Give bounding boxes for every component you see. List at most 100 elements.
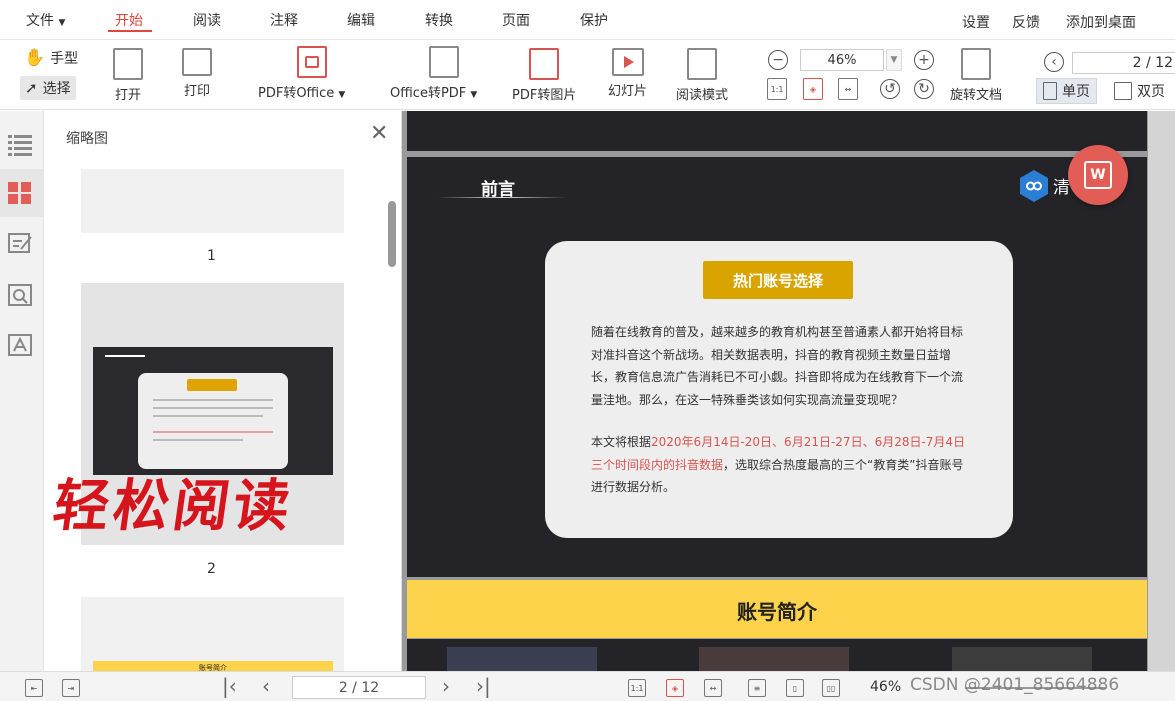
status-bar: ⇤ ⇥ |‹ ‹ 2 / 12 › ›| 1:1 ◈ ↔ ≡ ▯ ▯▯ 46% … <box>0 671 1175 701</box>
floating-convert-button[interactable]: W <box>1068 145 1128 205</box>
hand-tool-button[interactable]: ✋ 手型 <box>24 48 78 68</box>
intro-paragraph: 随着在线教育的普及，越来越多的教育机构甚至普通素人都开始将目标对准抖音这个新战场… <box>591 325 964 407</box>
rotate-document-icon <box>961 48 991 80</box>
outline-icon[interactable] <box>7 133 33 157</box>
print-label: 打印 <box>183 84 210 99</box>
menu-tab-protect[interactable]: 保护 <box>580 10 608 30</box>
feedback-link[interactable]: 反馈 <box>1012 12 1040 32</box>
office-to-pdf-icon <box>428 46 459 78</box>
thumbnail-text-line <box>153 439 243 441</box>
rotate-left-icon[interactable]: ↺ <box>880 79 900 99</box>
signature-icon[interactable] <box>7 333 33 357</box>
annotation-icon[interactable] <box>7 231 33 255</box>
pdf-to-image-button[interactable]: PDF转图片 <box>512 48 576 103</box>
chevron-down-icon: ▼ <box>58 18 66 28</box>
add-to-desktop-link[interactable]: 添加到桌面 <box>1066 12 1136 32</box>
slideshow-button[interactable]: 幻灯片 <box>608 48 647 99</box>
first-page-icon[interactable]: |‹ <box>222 674 237 698</box>
page-number-input[interactable]: 2 / 12 <box>1072 52 1175 74</box>
double-page-label: 双页 <box>1137 84 1165 100</box>
convert-icon: W <box>1084 161 1112 189</box>
open-button[interactable]: 打开 <box>113 48 143 103</box>
thumbnail-grid-icon[interactable] <box>7 181 33 205</box>
menu-tab-convert[interactable]: 转换 <box>425 10 453 30</box>
open-file-icon <box>113 48 143 80</box>
source-watermark: CSDN @2401_85664886 <box>910 675 1120 695</box>
vertical-scrollbar[interactable] <box>1148 111 1175 671</box>
status-page-input[interactable]: 2 / 12 <box>292 676 426 699</box>
office-to-pdf-label-wrap: Office转PDF ▼ <box>390 82 477 101</box>
zoom-in-icon[interactable]: + <box>914 50 934 70</box>
preview-image <box>699 647 849 671</box>
menu-file-label: 文件 <box>26 13 54 29</box>
book-icon <box>687 48 717 80</box>
pdf-to-image-icon <box>529 48 560 80</box>
thumbnail-heading-line <box>105 355 145 357</box>
pdf-to-office-button[interactable]: PDF转Office ▼ <box>258 46 345 101</box>
menu-tab-read[interactable]: 阅读 <box>193 10 221 30</box>
fit-width-icon[interactable]: ↔ <box>838 78 858 100</box>
pdf-to-image-label: PDF转图片 <box>512 88 577 103</box>
section-band: 账号简介 <box>407 580 1147 638</box>
method-paragraph: 本文将根据2020年6月14日-20日、6月21日-27日、6月28日-7月4日… <box>591 431 967 499</box>
office-to-pdf-label: Office转PDF <box>390 86 467 101</box>
preview-image <box>952 647 1092 671</box>
zoom-input[interactable]: 46% <box>800 49 884 71</box>
document-page: 前言 清数据居 热门账号选择 随着在线教育的普及，越来越多的教育机构甚至普通素人… <box>407 157 1147 577</box>
thumbnail-panel-title: 缩略图 <box>66 131 108 147</box>
close-icon[interactable]: ✕ <box>370 121 388 146</box>
hand-icon: ✋ <box>24 48 46 68</box>
thumbnail-panel: 缩略图 ✕ 1 轻松阅读 2 账号简介 <box>44 111 402 677</box>
select-tool-label: 选择 <box>42 81 71 97</box>
section-title: 账号简介 <box>737 600 817 624</box>
thumbnail-page-1[interactable] <box>81 169 344 233</box>
document-viewport[interactable]: 前言 清数据居 热门账号选择 随着在线教育的普及，越来越多的教育机构甚至普通素人… <box>402 111 1175 671</box>
print-button[interactable]: 打印 <box>182 48 212 99</box>
thumbnail-text-line <box>153 415 263 417</box>
reading-mode-button[interactable]: 阅读模式 <box>676 48 728 103</box>
fit-width-icon[interactable]: ↔ <box>704 679 722 697</box>
previous-page-icon[interactable]: ‹ <box>262 674 270 698</box>
actual-size-icon[interactable]: 1:1 <box>767 78 787 100</box>
printer-icon <box>182 48 212 76</box>
reading-mode-label: 阅读模式 <box>676 88 729 103</box>
settings-link[interactable]: 设置 <box>962 12 990 32</box>
thumbnail-page-3[interactable]: 账号简介 <box>81 597 344 677</box>
content-card: 热门账号选择 随着在线教育的普及，越来越多的教育机构甚至普通素人都开始将目标对准… <box>545 241 1013 538</box>
select-tool-button[interactable]: ➚ 选择 <box>20 76 76 100</box>
double-page-view-button[interactable]: 双页 <box>1108 78 1171 104</box>
menu-tab-edit[interactable]: 编辑 <box>347 10 375 30</box>
thumbnail-scrollbar[interactable] <box>388 201 396 267</box>
office-to-pdf-button[interactable]: Office转PDF ▼ <box>390 46 477 101</box>
menu-tab-start[interactable]: 开始 <box>115 10 143 30</box>
single-page-label: 单页 <box>1062 84 1090 100</box>
rotate-right-icon[interactable]: ↻ <box>914 79 934 99</box>
prev-page-icon[interactable]: ‹ <box>1044 52 1064 72</box>
status-zoom-level: 46% <box>870 679 902 695</box>
pdf-to-office-label-wrap: PDF转Office ▼ <box>258 82 345 101</box>
expand-sidebar-icon[interactable]: ⇤ <box>25 679 43 697</box>
overlay-caption: 轻松阅读 <box>48 473 299 539</box>
single-page-view-button[interactable]: 单页 <box>1036 78 1097 104</box>
ribbon-toolbar: ✋ 手型 ➚ 选择 打开 打印 PDF转Office ▼ Office转PDF … <box>0 40 1175 110</box>
double-page-view-icon[interactable]: ▯▯ <box>822 679 840 697</box>
single-page-view-icon[interactable]: ▯ <box>786 679 804 697</box>
collapse-sidebar-icon[interactable]: ⇥ <box>62 679 80 697</box>
continuous-view-icon[interactable]: ≡ <box>748 679 766 697</box>
rotate-document-button[interactable]: 旋转文档 <box>950 48 1002 103</box>
zoom-out-icon[interactable]: − <box>768 50 788 70</box>
thumbnail-text-line <box>153 399 273 401</box>
fit-page-icon[interactable]: ◈ <box>666 679 684 697</box>
zoom-dropdown-icon[interactable]: ▼ <box>886 49 902 71</box>
menu-tab-annotate[interactable]: 注释 <box>270 10 298 30</box>
search-icon[interactable] <box>7 283 33 307</box>
next-page-icon[interactable]: › <box>442 674 450 698</box>
fit-page-icon[interactable]: ◈ <box>803 78 823 100</box>
actual-size-icon[interactable]: 1:1 <box>628 679 646 697</box>
card-tag: 热门账号选择 <box>703 261 853 299</box>
menu-file[interactable]: 文件 ▼ <box>26 10 65 30</box>
last-page-icon[interactable]: ›| <box>476 674 491 698</box>
chevron-down-icon: ▼ <box>470 90 478 100</box>
menu-tab-page[interactable]: 页面 <box>502 10 530 30</box>
double-page-icon <box>1114 82 1132 100</box>
